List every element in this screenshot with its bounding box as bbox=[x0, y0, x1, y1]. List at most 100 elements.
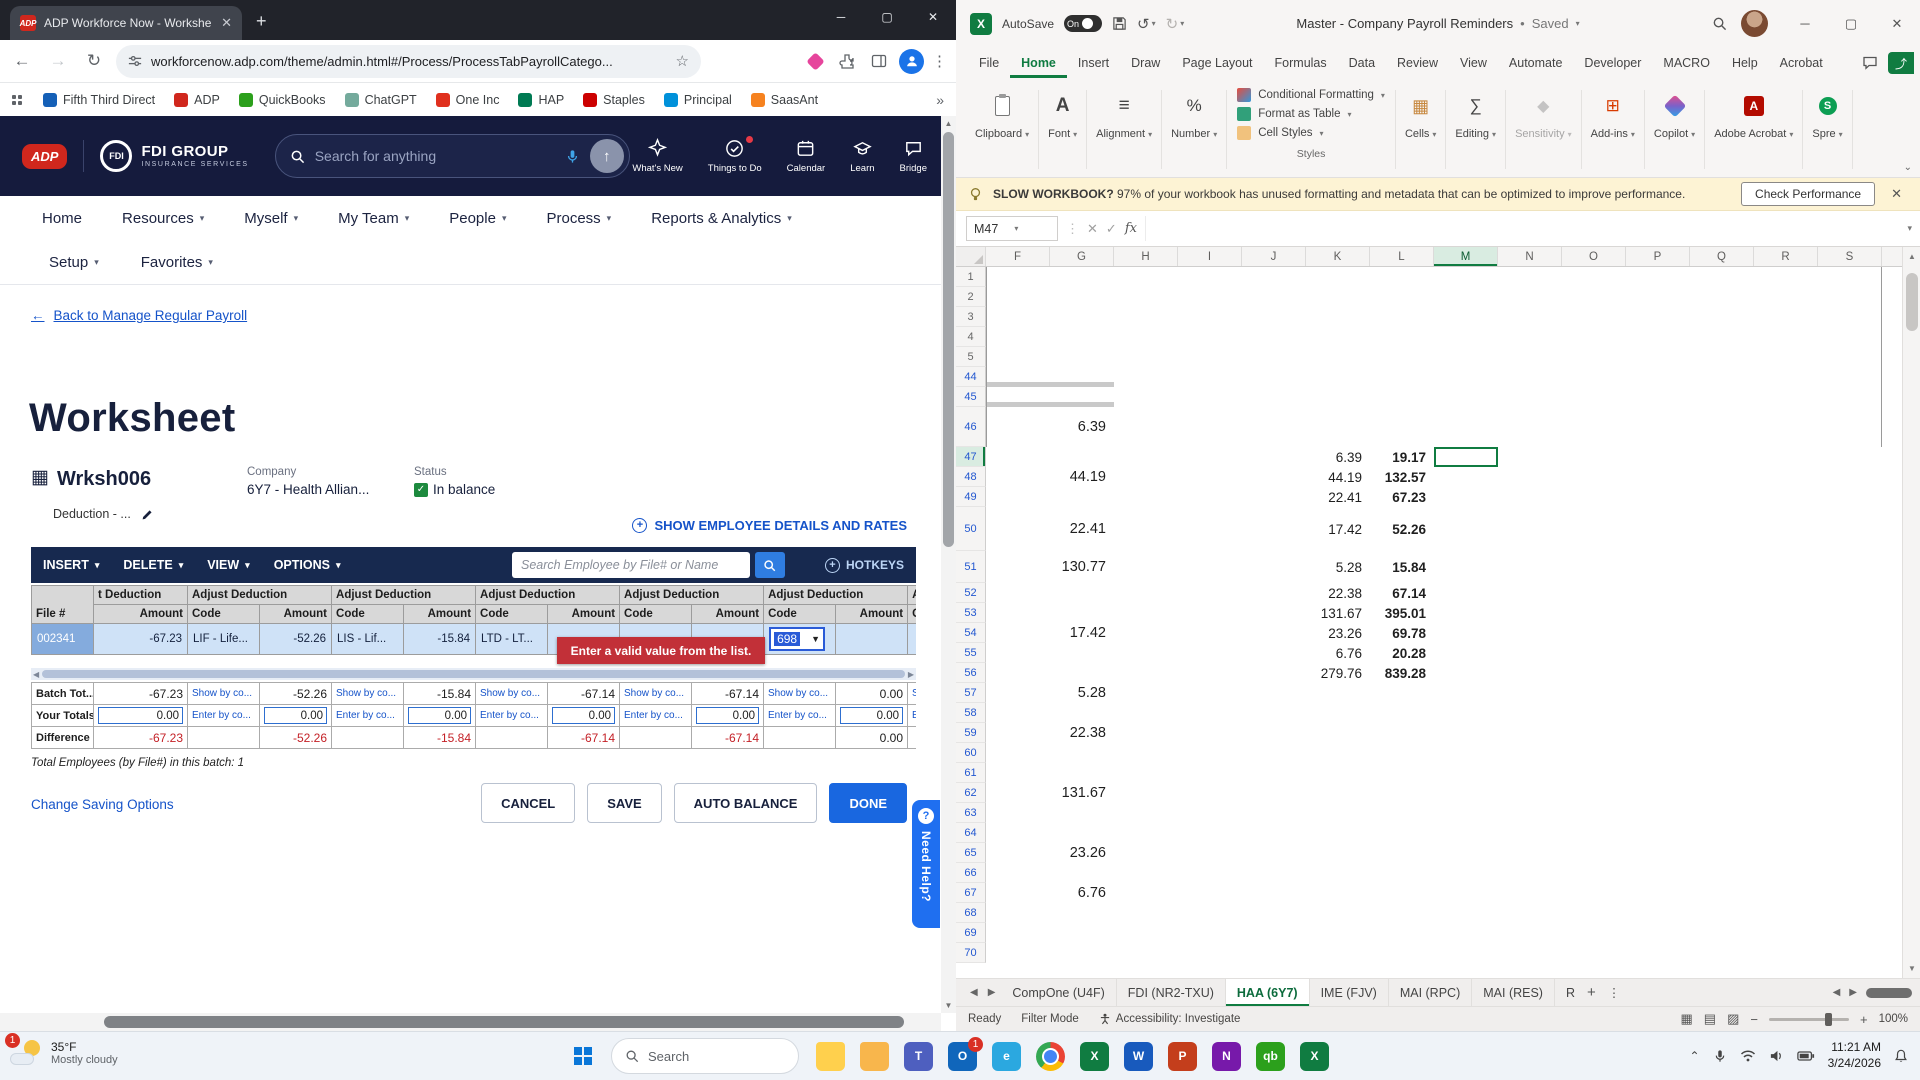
cell-k46[interactable] bbox=[1306, 407, 1370, 447]
cell-h3[interactable] bbox=[1114, 307, 1178, 327]
deduction-code-cell[interactable]: 698▼ bbox=[764, 624, 836, 655]
code-action-link[interactable]: Enter by co... bbox=[476, 705, 548, 727]
ribbon-tab-developer[interactable]: Developer bbox=[1573, 49, 1652, 78]
cell-s56[interactable] bbox=[1818, 663, 1882, 683]
cell-j63[interactable] bbox=[1242, 803, 1306, 823]
cell-n5[interactable] bbox=[1498, 347, 1562, 367]
your-total-input[interactable]: 0.00 bbox=[696, 707, 759, 724]
cell-g58[interactable] bbox=[1050, 703, 1114, 723]
cell-m58[interactable] bbox=[1434, 703, 1498, 723]
cell-s45[interactable] bbox=[1818, 387, 1882, 407]
cell-f49[interactable] bbox=[986, 487, 1050, 507]
cell-i59[interactable] bbox=[1178, 723, 1242, 743]
row-header-64[interactable]: 64 bbox=[956, 823, 986, 843]
cell-q69[interactable] bbox=[1690, 923, 1754, 943]
cell-i48[interactable] bbox=[1178, 467, 1242, 487]
cell-g52[interactable] bbox=[1050, 583, 1114, 603]
cell-q52[interactable] bbox=[1690, 583, 1754, 603]
code-action-link[interactable]: Show by co... bbox=[764, 683, 836, 705]
cell-j51[interactable] bbox=[1242, 551, 1306, 583]
cell-p49[interactable] bbox=[1626, 487, 1690, 507]
scrollbar-thumb[interactable] bbox=[104, 1016, 904, 1028]
cell-l60[interactable] bbox=[1370, 743, 1434, 763]
cell-l57[interactable] bbox=[1370, 683, 1434, 703]
cell-i52[interactable] bbox=[1178, 583, 1242, 603]
collapse-ribbon-icon[interactable]: ⌄ bbox=[1904, 162, 1912, 173]
cell-p56[interactable] bbox=[1626, 663, 1690, 683]
cell-r65[interactable] bbox=[1754, 843, 1818, 863]
close-icon[interactable]: ✕ bbox=[1874, 0, 1920, 47]
cell-q57[interactable] bbox=[1690, 683, 1754, 703]
cell-p62[interactable] bbox=[1626, 783, 1690, 803]
cell-n47[interactable] bbox=[1498, 447, 1562, 467]
cell-s68[interactable] bbox=[1818, 903, 1882, 923]
cell-q51[interactable] bbox=[1690, 551, 1754, 583]
cell-m1[interactable] bbox=[1434, 267, 1498, 287]
deduction-amount-cell[interactable] bbox=[836, 624, 908, 655]
cell-j49[interactable] bbox=[1242, 487, 1306, 507]
notifications-bell-icon[interactable] bbox=[1894, 1049, 1908, 1063]
cell-g56[interactable] bbox=[1050, 663, 1114, 683]
bookmark-fifth-third-direct[interactable]: Fifth Third Direct bbox=[43, 93, 155, 107]
cell-f55[interactable] bbox=[986, 643, 1050, 663]
cell-i63[interactable] bbox=[1178, 803, 1242, 823]
cell-l47[interactable]: 19.17 bbox=[1370, 447, 1434, 467]
cell-j4[interactable] bbox=[1242, 327, 1306, 347]
tab-scroll-right-icon[interactable]: ▶ bbox=[1849, 987, 1857, 998]
cell-p57[interactable] bbox=[1626, 683, 1690, 703]
column-header-o[interactable]: O bbox=[1562, 247, 1626, 266]
ribbon-tab-view[interactable]: View bbox=[1449, 49, 1498, 78]
scroll-down-icon[interactable]: ▼ bbox=[941, 1001, 956, 1010]
bookmark-chatgpt[interactable]: ChatGPT bbox=[345, 93, 417, 107]
cell-o55[interactable] bbox=[1562, 643, 1626, 663]
cell-p64[interactable] bbox=[1626, 823, 1690, 843]
cell-m45[interactable] bbox=[1434, 387, 1498, 407]
cell-n58[interactable] bbox=[1498, 703, 1562, 723]
undo-icon[interactable]: ↺▾ bbox=[1137, 15, 1156, 33]
ribbon-tab-home[interactable]: Home bbox=[1010, 49, 1067, 78]
code-action-link[interactable]: Show by co... bbox=[908, 683, 917, 705]
ribbon-tab-page-layout[interactable]: Page Layout bbox=[1171, 49, 1263, 78]
cell-m46[interactable] bbox=[1434, 407, 1498, 447]
header-icon-calendar[interactable]: Calendar bbox=[787, 138, 826, 174]
cell-n1[interactable] bbox=[1498, 267, 1562, 287]
bookmark-saasant[interactable]: SaasAnt bbox=[751, 93, 818, 107]
cell-j53[interactable] bbox=[1242, 603, 1306, 623]
cell-o44[interactable] bbox=[1562, 367, 1626, 387]
cell-o65[interactable] bbox=[1562, 843, 1626, 863]
cell-q61[interactable] bbox=[1690, 763, 1754, 783]
cell-n53[interactable] bbox=[1498, 603, 1562, 623]
cell-m61[interactable] bbox=[1434, 763, 1498, 783]
cell-g53[interactable] bbox=[1050, 603, 1114, 623]
insert-button[interactable]: INSERT▾ bbox=[43, 558, 99, 572]
nav-item-myself[interactable]: Myself▾ bbox=[244, 210, 298, 227]
cell-n54[interactable] bbox=[1498, 623, 1562, 643]
scroll-up-icon[interactable]: ▲ bbox=[1903, 252, 1920, 261]
column-header-j[interactable]: J bbox=[1242, 247, 1306, 266]
minimize-icon[interactable]: ─ bbox=[1782, 0, 1828, 47]
cell-p50[interactable] bbox=[1626, 507, 1690, 551]
row-header-51[interactable]: 51 bbox=[956, 551, 986, 583]
cell-g45[interactable] bbox=[1050, 387, 1114, 407]
cell-f68[interactable] bbox=[986, 903, 1050, 923]
cell-p58[interactable] bbox=[1626, 703, 1690, 723]
cell-k45[interactable] bbox=[1306, 387, 1370, 407]
cell-n68[interactable] bbox=[1498, 903, 1562, 923]
cell-p65[interactable] bbox=[1626, 843, 1690, 863]
cell-m3[interactable] bbox=[1434, 307, 1498, 327]
row-header-63[interactable]: 63 bbox=[956, 803, 986, 823]
row-header-59[interactable]: 59 bbox=[956, 723, 986, 743]
excel-vertical-scrollbar[interactable]: ▲ ▼ bbox=[1902, 247, 1920, 978]
cell-q64[interactable] bbox=[1690, 823, 1754, 843]
header-icon-learn[interactable]: Learn bbox=[850, 138, 874, 174]
cell-f48[interactable] bbox=[986, 467, 1050, 487]
cell-q49[interactable] bbox=[1690, 487, 1754, 507]
cell-q62[interactable] bbox=[1690, 783, 1754, 803]
cell-r48[interactable] bbox=[1754, 467, 1818, 487]
cell-j48[interactable] bbox=[1242, 467, 1306, 487]
dismiss-warning-icon[interactable]: ✕ bbox=[1885, 186, 1908, 202]
expand-formula-bar-icon[interactable]: ▾ bbox=[1899, 223, 1920, 234]
tab-scroll-left-icon[interactable]: ◀ bbox=[1833, 987, 1841, 998]
cell-s48[interactable] bbox=[1818, 467, 1882, 487]
code-action-link[interactable]: Enter by co... bbox=[332, 705, 404, 727]
